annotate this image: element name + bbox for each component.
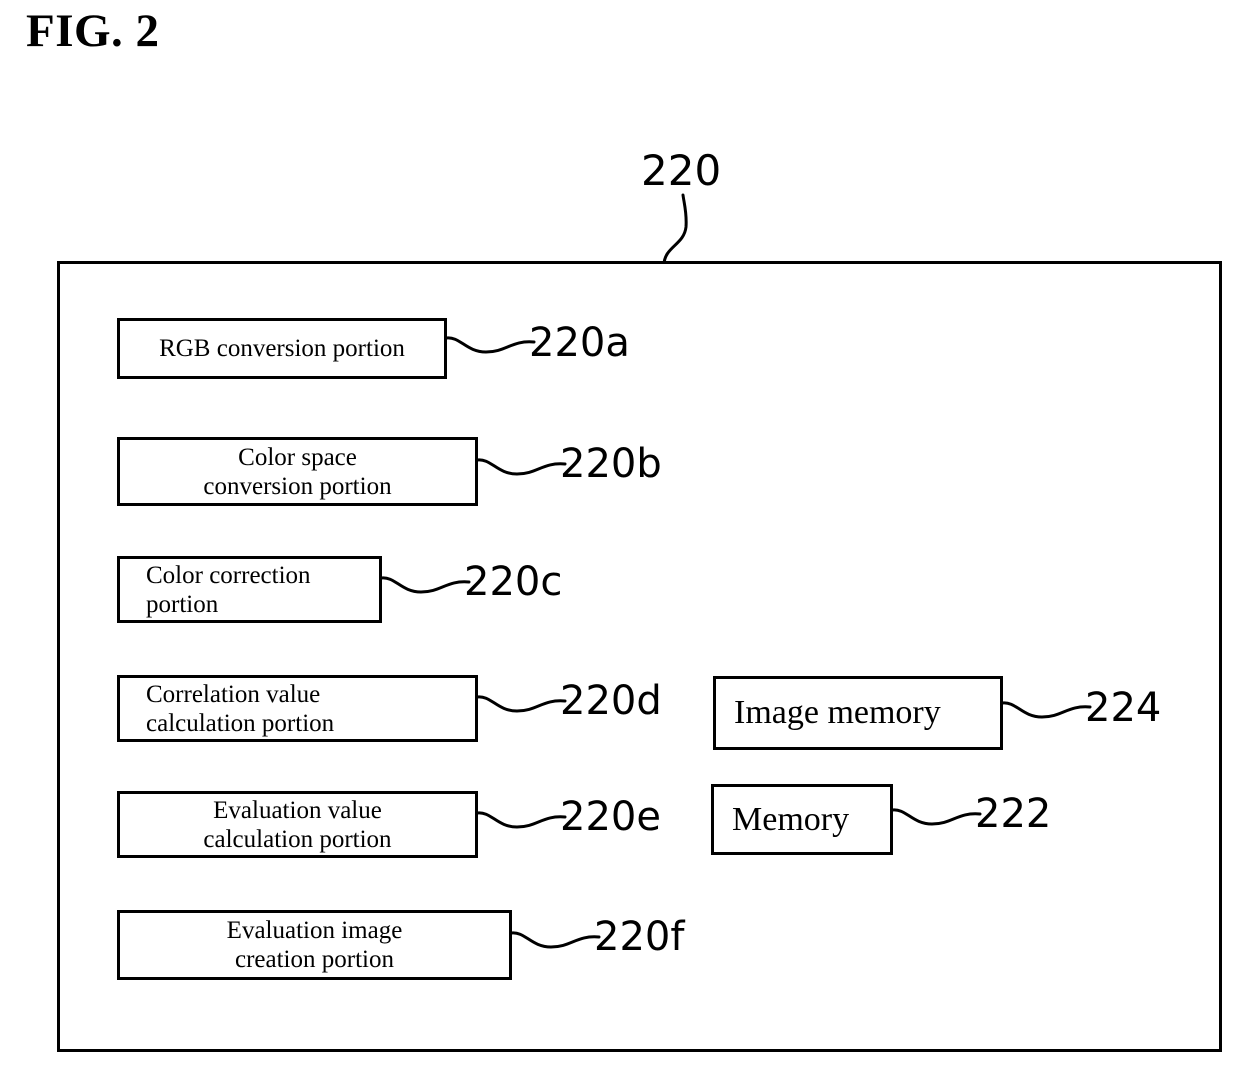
box-label-line: conversion portion xyxy=(203,472,392,500)
reference-numeral-224: 224 xyxy=(1085,685,1162,731)
box-label-line: portion xyxy=(146,590,219,618)
box-correlation-value-calculation-portion: Correlation value calculation portion xyxy=(117,675,478,742)
reference-numeral-220a: 220a xyxy=(529,320,630,366)
box-label: Image memory xyxy=(734,694,941,731)
box-color-space-conversion-portion: Color space conversion portion xyxy=(117,437,478,506)
box-label-line: Evaluation value xyxy=(213,796,382,824)
reference-numeral-220c: 220c xyxy=(464,559,563,605)
box-color-correction-portion: Color correction portion xyxy=(117,556,382,623)
box-label-line: Color space xyxy=(238,443,357,471)
box-label-line: Correlation value xyxy=(146,680,321,708)
box-label-line: Color correction xyxy=(146,561,311,589)
box-image-memory: Image memory xyxy=(713,676,1003,750)
box-label-line: calculation portion xyxy=(146,709,335,737)
box-label-line: calculation portion xyxy=(203,825,392,853)
leader-line-220 xyxy=(662,193,688,267)
box-label-line: creation portion xyxy=(235,946,394,973)
box-evaluation-value-calculation-portion: Evaluation value calculation portion xyxy=(117,791,478,858)
box-memory: Memory xyxy=(711,784,893,855)
reference-numeral-220e: 220e xyxy=(560,794,661,840)
box-evaluation-image-creation-portion: Evaluation image creation portion xyxy=(117,910,512,980)
figure-title: FIG. 2 xyxy=(26,5,160,57)
reference-numeral-220f: 220f xyxy=(594,914,685,960)
reference-numeral-222: 222 xyxy=(975,791,1052,837)
reference-numeral-220: 220 xyxy=(641,146,722,195)
box-label-line: RGB conversion portion xyxy=(159,335,405,362)
box-rgb-conversion-portion: RGB conversion portion xyxy=(117,318,447,379)
box-label: Memory xyxy=(732,800,850,838)
reference-numeral-220b: 220b xyxy=(560,441,662,487)
reference-numeral-220d: 220d xyxy=(560,678,662,724)
box-label-line: Evaluation image xyxy=(226,917,403,944)
